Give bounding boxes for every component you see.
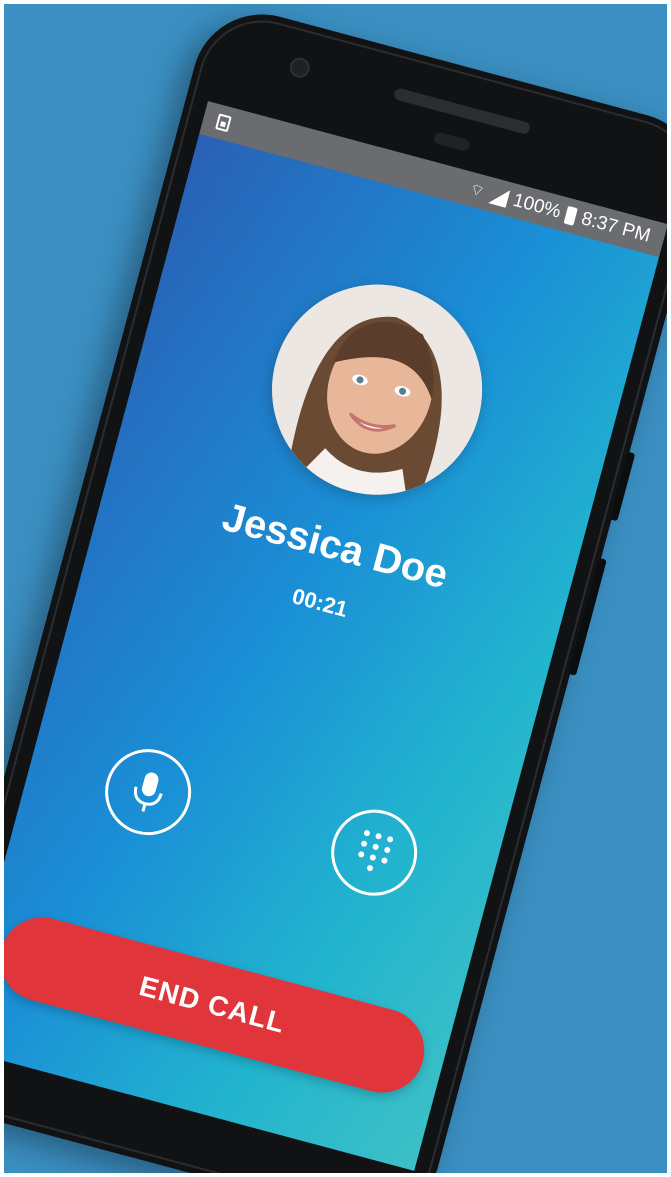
wifi-icon: ⌔ [467,181,487,202]
microphone-icon [133,772,163,812]
end-call-button[interactable]: END CALL [4,907,434,1102]
signal-icon [487,185,510,208]
mute-button[interactable] [95,739,201,845]
sim-card-icon [215,113,232,133]
background: ⌔ 100% 8:37 PM Jessica Doe 00:21 END CAL… [4,4,667,1173]
dialpad-icon [358,830,394,872]
status-left [215,113,232,133]
caller-avatar [248,261,506,519]
avatar-photo [248,261,506,519]
phone-device: ⌔ 100% 8:37 PM Jessica Doe 00:21 END CAL… [4,4,667,1173]
battery-percentage: 100% [510,189,564,223]
battery-icon [563,205,579,226]
dialpad-button[interactable] [321,800,427,906]
